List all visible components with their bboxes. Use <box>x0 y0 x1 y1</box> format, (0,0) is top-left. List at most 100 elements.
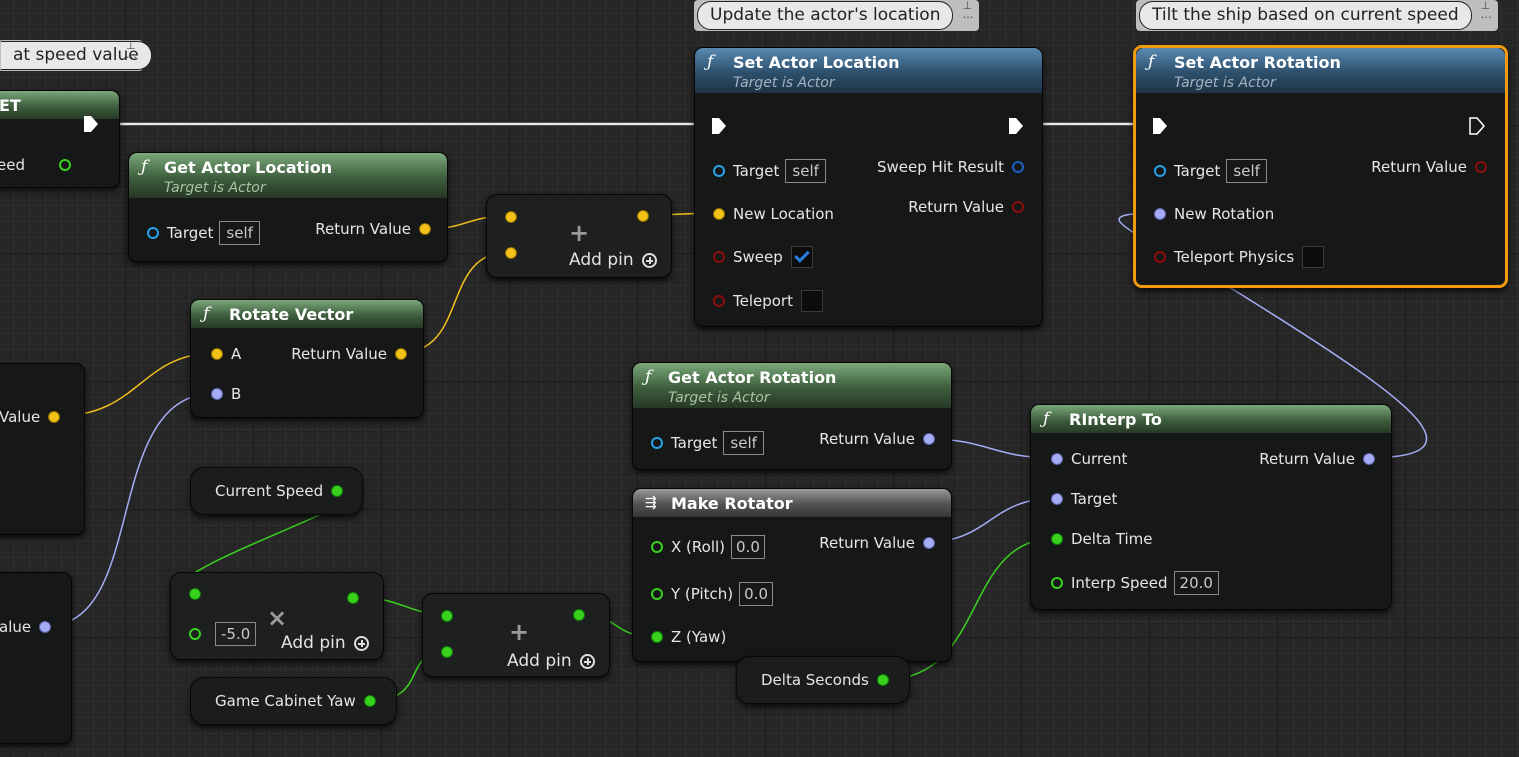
bool-pin[interactable] <box>1475 161 1487 173</box>
rotator-pin[interactable] <box>1051 493 1063 505</box>
add-pin-button[interactable]: Add pin <box>507 651 595 671</box>
object-pin[interactable] <box>1154 165 1166 177</box>
object-pin[interactable] <box>651 437 663 449</box>
interp-speed-input[interactable]: 20.0 <box>1173 571 1219 595</box>
float-pin[interactable] <box>189 628 201 640</box>
float-pin[interactable] <box>347 592 359 604</box>
pin-label: Target <box>733 162 780 180</box>
set-variable-node[interactable]: ET eed <box>0 90 120 188</box>
pin-icon[interactable]: ⊥… <box>1481 0 1492 20</box>
rotator-pin[interactable] <box>923 537 935 549</box>
add-vector-node[interactable]: + Add pin <box>486 194 672 278</box>
bool-pin[interactable] <box>713 251 725 263</box>
float-pin[interactable] <box>651 541 663 553</box>
plus-circle-icon <box>641 252 657 268</box>
exec-in-pin[interactable] <box>1152 117 1168 135</box>
comment-tilt-ship[interactable]: Tilt the ship based on current speed ⊥… <box>1136 0 1498 31</box>
get-actor-rotation-node[interactable]: ƒ Get Actor Rotation Target is Actor Tar… <box>632 362 952 470</box>
rotator-pin[interactable] <box>1051 453 1063 465</box>
set-actor-location-node[interactable]: ƒ Set Actor Location Target is Actor Tar… <box>694 47 1043 327</box>
float-pin[interactable] <box>363 695 376 707</box>
bool-pin[interactable] <box>713 295 725 307</box>
vector-pin[interactable] <box>637 210 649 222</box>
return-pin-row: Return Value <box>315 217 431 241</box>
rotator-pin[interactable] <box>211 388 223 400</box>
vector-pin[interactable] <box>419 223 431 235</box>
partial-node-rotator[interactable]: alue <box>0 572 72 744</box>
add-pin-button[interactable]: Add pin <box>569 250 657 270</box>
new-rotation-pin-row: New Rotation <box>1154 202 1274 226</box>
float-pin[interactable] <box>573 609 585 621</box>
get-actor-location-node[interactable]: ƒ Get Actor Location Target is Actor Tar… <box>128 152 448 262</box>
add-float-node[interactable]: + Add pin <box>422 593 610 677</box>
add-icon: + <box>509 618 530 646</box>
pin-label: Delta Time <box>1071 530 1153 548</box>
y-input[interactable]: 0.0 <box>739 582 774 606</box>
bool-pin[interactable] <box>1012 201 1024 213</box>
z-pin-row: Z (Yaw) <box>651 625 726 649</box>
float-pin[interactable] <box>441 610 453 622</box>
pin-icon[interactable]: ⊥… <box>126 40 137 60</box>
vector-pin[interactable] <box>505 247 517 259</box>
pin-label: Teleport Physics <box>1174 248 1295 266</box>
target-input[interactable]: self <box>1226 159 1267 183</box>
rotator-pin[interactable] <box>39 621 52 633</box>
target-input[interactable]: self <box>785 159 826 183</box>
pin-label: Return Value <box>291 345 387 363</box>
exec-out-pin[interactable] <box>1008 117 1024 135</box>
comment-text: Update the actor's location <box>697 1 954 30</box>
current-speed-variable[interactable]: Current Speed <box>190 467 363 515</box>
multiplier-input[interactable]: -5.0 <box>215 622 257 646</box>
teleport-physics-checkbox[interactable] <box>1302 246 1325 268</box>
rinterp-to-node[interactable]: ƒ RInterp To Current Target Delta Time I… <box>1030 404 1392 610</box>
teleport-checkbox[interactable] <box>801 290 823 312</box>
comment-update-location[interactable]: Update the actor's location ⊥… <box>694 0 980 31</box>
vector-pin[interactable] <box>395 348 407 360</box>
add-pin-label: Add pin <box>569 250 634 270</box>
rotate-vector-node[interactable]: ƒ Rotate Vector A B Return Value <box>190 299 424 418</box>
make-struct-icon: ⇶ <box>645 495 657 511</box>
struct-pin[interactable] <box>1012 161 1024 173</box>
float-pin[interactable] <box>189 588 201 600</box>
variable-label: Delta Seconds <box>761 671 869 689</box>
vector-pin[interactable] <box>211 348 223 360</box>
set-actor-rotation-node[interactable]: ƒ Set Actor Rotation Target is Actor Tar… <box>1133 45 1508 288</box>
rotator-pin[interactable] <box>1154 208 1166 220</box>
exec-in-pin[interactable] <box>711 117 727 135</box>
object-pin[interactable] <box>147 227 159 239</box>
x-input[interactable]: 0.0 <box>731 535 765 559</box>
bool-pin[interactable] <box>1154 251 1166 263</box>
target-input[interactable]: self <box>723 431 764 455</box>
float-pin[interactable] <box>651 588 663 600</box>
make-rotator-node[interactable]: ⇶ Make Rotator X (Roll) 0.0 Y (Pitch) 0.… <box>632 488 952 662</box>
add-pin-button[interactable]: Add pin <box>281 633 369 653</box>
rotator-pin[interactable] <box>1363 453 1375 465</box>
float-pin[interactable] <box>651 631 663 643</box>
rotator-pin[interactable] <box>923 433 935 445</box>
vector-pin[interactable] <box>713 208 725 220</box>
target-input[interactable]: self <box>219 221 260 245</box>
a-pin-row: A <box>211 342 241 366</box>
pin-label: Z (Yaw) <box>671 628 727 646</box>
comment-speed-value[interactable]: at speed value ⊥… <box>0 40 152 71</box>
pin-label: Interp Speed <box>1071 574 1168 592</box>
pin-icon[interactable]: ⊥… <box>962 0 973 20</box>
float-pin[interactable] <box>331 485 344 497</box>
vector-pin[interactable] <box>505 211 517 223</box>
delta-seconds-variable[interactable]: Delta Seconds <box>736 656 910 704</box>
sweep-checkbox[interactable] <box>790 246 813 268</box>
partial-node-value[interactable]: Value <box>0 363 85 535</box>
game-cabinet-yaw-variable[interactable]: Game Cabinet Yaw <box>190 677 397 725</box>
multiply-float-node[interactable]: -5.0 × Add pin <box>170 572 384 660</box>
exec-out-pin[interactable] <box>1469 117 1485 135</box>
float-pin[interactable] <box>1051 533 1063 545</box>
function-icon: ƒ <box>1148 52 1155 72</box>
exec-out-pin[interactable] <box>83 115 99 133</box>
node-title: ET <box>0 96 21 115</box>
object-pin[interactable] <box>713 165 725 177</box>
float-pin[interactable] <box>1051 577 1063 589</box>
vector-pin[interactable] <box>48 411 61 423</box>
float-pin[interactable] <box>441 646 453 658</box>
float-pin[interactable] <box>876 674 889 686</box>
float-pin[interactable] <box>58 159 71 171</box>
